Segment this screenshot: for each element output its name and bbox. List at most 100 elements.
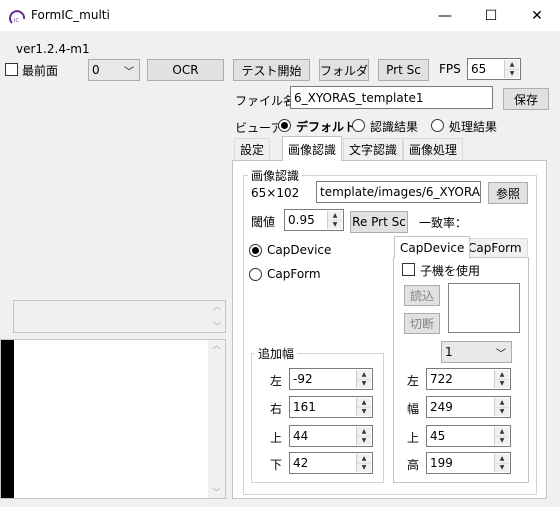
version-label: ver1.2.4-m1 xyxy=(16,42,90,56)
threshold-value: 0.95 xyxy=(288,213,315,227)
maximize-icon: ☐ xyxy=(484,7,498,24)
viewer-recog-radio[interactable] xyxy=(352,119,365,132)
close-icon: ✕ xyxy=(531,7,543,24)
margin-bottom-value: 42 xyxy=(293,456,309,470)
template-path-input[interactable]: template/images/6_XYORAS/6 xyxy=(316,181,481,203)
disconnect-label: 切断 xyxy=(409,317,434,331)
fps-spinner[interactable]: ▲ ▼ xyxy=(504,60,519,78)
cap-height-input[interactable]: 199 ▲ ▼ xyxy=(426,452,511,474)
margin-bottom-spinner[interactable]: ▲ ▼ xyxy=(356,454,371,472)
cap-width-value: 249 xyxy=(430,400,453,414)
margin-top-spinner[interactable]: ▲ ▼ xyxy=(356,427,371,445)
margin-right-spinner[interactable]: ▲ ▼ xyxy=(356,398,371,416)
margin-top-input[interactable]: 44 ▲ ▼ xyxy=(289,425,373,447)
threshold-input[interactable]: 0.95 ▲ ▼ xyxy=(284,209,344,231)
use-child-label: 子機を使用 xyxy=(420,264,481,278)
filename-input[interactable]: 6_XYORAS_template1 xyxy=(290,86,493,109)
chevron-down-icon: ﹀ xyxy=(496,349,506,360)
viewer-process-radio[interactable] xyxy=(431,119,444,132)
cap-left-value: 722 xyxy=(430,372,453,386)
save-label: 保存 xyxy=(513,92,538,107)
svg-text:IC: IC xyxy=(14,18,19,24)
capdevice-radio-label: CapDevice xyxy=(267,243,332,257)
chevron-down-icon: ﹀ xyxy=(124,67,134,78)
device-select-value: 0 xyxy=(92,63,100,77)
margin-left-label: 左 xyxy=(270,374,283,388)
viewer-default-label: デフォルト xyxy=(296,120,357,134)
folder-button[interactable]: フォルダ xyxy=(319,59,369,81)
topmost-checkbox[interactable] xyxy=(5,63,18,76)
test-start-button[interactable]: テスト開始 xyxy=(233,59,310,81)
read-label: 読込 xyxy=(409,289,434,303)
tab-image-process-label: 画像処理 xyxy=(409,143,458,157)
browse-button[interactable]: 参照 xyxy=(488,182,528,204)
close-button[interactable]: ✕ xyxy=(514,0,560,31)
template-size: 65×102 xyxy=(251,186,300,200)
save-button[interactable]: 保存 xyxy=(503,88,549,110)
cap-left-input[interactable]: 722 ▲ ▼ xyxy=(426,368,511,390)
prtsc-button[interactable]: Prt Sc xyxy=(378,59,429,81)
tab-text-recog[interactable]: 文字認識 xyxy=(343,138,404,160)
capform-radio[interactable] xyxy=(249,268,262,281)
status-scrollbar[interactable]: ︿ ﹀ xyxy=(209,301,225,332)
window-title: FormIC_multi xyxy=(31,8,110,22)
cap-height-value: 199 xyxy=(430,456,453,470)
tab-image-recog[interactable]: 画像認識 xyxy=(282,136,343,161)
filename-value: 6_XYORAS_template1 xyxy=(294,90,424,105)
margin-right-label: 右 xyxy=(270,402,283,416)
match-rate-label: 一致率： xyxy=(419,216,468,230)
tab-settings[interactable]: 設定 xyxy=(234,138,271,160)
re-prtsc-button[interactable]: Re Prt Sc xyxy=(350,211,408,233)
margin-left-spinner[interactable]: ▲ ▼ xyxy=(356,370,371,388)
cap-height-spinner[interactable]: ▲ ▼ xyxy=(494,454,509,472)
log-box[interactable]: ︿ ﹀ xyxy=(0,339,226,499)
fps-value: 65 xyxy=(471,62,487,76)
threshold-spinner[interactable]: ▲ ▼ xyxy=(327,211,342,229)
minimize-icon: — xyxy=(438,7,452,24)
status-box: ︿ ﹀ xyxy=(13,300,226,333)
image-recog-title: 画像認識 xyxy=(248,167,303,184)
cap-top-value: 45 xyxy=(430,429,446,443)
disconnect-button[interactable]: 切断 xyxy=(404,313,440,334)
read-button[interactable]: 読込 xyxy=(404,285,440,306)
viewer-default-radio[interactable] xyxy=(278,119,291,132)
cap-width-spinner[interactable]: ▲ ▼ xyxy=(494,398,509,416)
use-child-checkbox[interactable] xyxy=(402,263,415,276)
viewer-process-label: 処理結果 xyxy=(449,120,498,134)
log-scrollbar[interactable]: ︿ ﹀ xyxy=(208,340,225,498)
prtsc-label: Prt Sc xyxy=(386,63,421,77)
fps-label: FPS xyxy=(439,62,461,76)
child-device-select[interactable]: 1 ﹀ xyxy=(441,341,512,363)
child-device-value: 1 xyxy=(445,345,453,359)
fps-input[interactable]: 65 ▲ ▼ xyxy=(467,58,521,80)
cap-left-spinner[interactable]: ▲ ▼ xyxy=(494,370,509,388)
margin-left-input[interactable]: -92 ▲ ▼ xyxy=(289,368,373,390)
tab-capform-label: CapForm xyxy=(468,241,522,255)
maximize-button[interactable]: ☐ xyxy=(468,0,514,31)
minimize-button[interactable]: — xyxy=(422,0,468,31)
cap-top-input[interactable]: 45 ▲ ▼ xyxy=(426,425,511,447)
ocr-button[interactable]: OCR xyxy=(147,59,224,81)
log-marker xyxy=(1,340,14,498)
tab-image-recog-label: 画像認識 xyxy=(288,142,337,157)
topmost-label: 最前面 xyxy=(22,64,59,78)
margin-right-input[interactable]: 161 ▲ ▼ xyxy=(289,396,373,418)
margin-right-value: 161 xyxy=(293,400,316,414)
tab-capdevice-label: CapDevice xyxy=(400,240,465,255)
tab-capform[interactable]: CapForm xyxy=(462,238,528,257)
re-prtsc-label: Re Prt Sc xyxy=(352,215,406,229)
ocr-button-label: OCR xyxy=(172,63,199,77)
viewer-recog-label: 認識結果 xyxy=(370,120,419,134)
tab-capdevice[interactable]: CapDevice xyxy=(394,236,471,258)
margin-bottom-input[interactable]: 42 ▲ ▼ xyxy=(289,452,373,474)
cap-height-label: 高 xyxy=(407,458,420,472)
cap-left-label: 左 xyxy=(407,374,420,388)
cap-width-label: 幅 xyxy=(407,402,420,416)
device-select[interactable]: 0 ﹀ xyxy=(88,59,140,81)
cap-top-spinner[interactable]: ▲ ▼ xyxy=(494,427,509,445)
test-start-label: テスト開始 xyxy=(241,63,302,78)
margin-top-label: 上 xyxy=(270,431,283,445)
cap-width-input[interactable]: 249 ▲ ▼ xyxy=(426,396,511,418)
capdevice-radio[interactable] xyxy=(249,244,262,257)
tab-image-process[interactable]: 画像処理 xyxy=(403,138,464,160)
